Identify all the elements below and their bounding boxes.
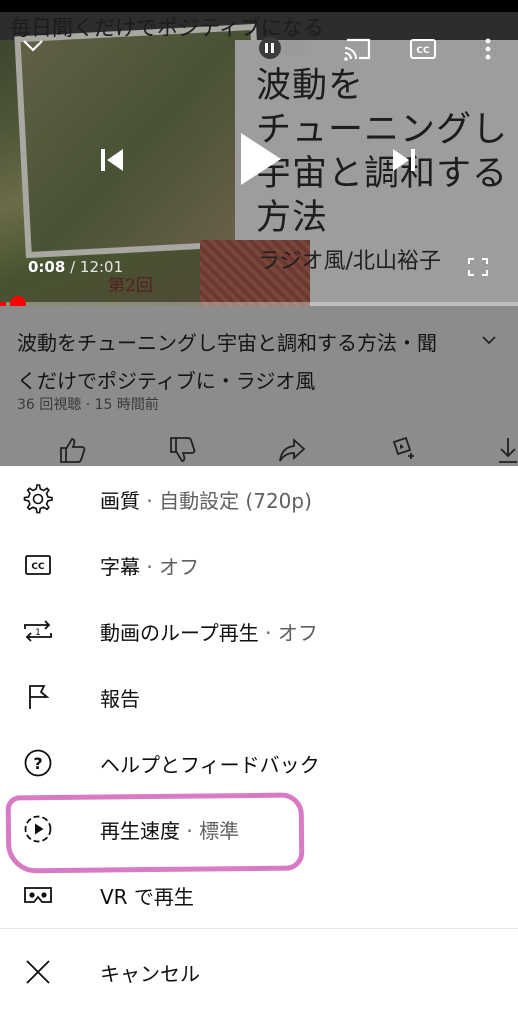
menu-label-help: ヘルプとフィードバック [100,753,320,777]
menu-value-loop: · オフ [258,621,318,645]
previous-icon[interactable] [94,142,130,178]
svg-text:CC: CC [416,46,430,56]
menu-label-report: 報告 [100,687,140,711]
current-time: 0:08 [28,258,66,276]
video-info: 波動をチューニングし宇宙と調和する方法・聞くだけでポジティブに・ラジオ風 36 … [0,306,518,466]
download-icon[interactable] [498,436,518,468]
vr-headset-icon [22,879,54,911]
svg-text:1: 1 [35,628,41,638]
menu-item-help[interactable]: ? ヘルプとフィードバック [0,730,518,796]
time-readout: 0:08 / 12:01 [28,258,123,276]
video-meta: 36 回視聴 · 15 時間前 [17,397,159,413]
gear-icon [22,483,54,515]
close-icon [22,956,54,988]
pause-toggle-icon[interactable] [256,36,308,60]
like-icon[interactable] [58,436,86,468]
svg-text:CC: CC [31,562,45,572]
scrubber-handle[interactable] [9,296,26,306]
more-options-sheet: 画質 · 自動設定 (720p) CC 字幕 · オフ 1 動画のループ再生 ·… [0,466,518,1024]
remix-icon[interactable] [388,436,416,468]
help-icon: ? [22,747,54,779]
menu-value-captions: · オフ [140,555,200,579]
more-vert-icon[interactable] [478,36,498,62]
fullscreen-icon[interactable] [466,256,490,278]
menu-label-captions: 字幕 [100,555,140,579]
video-title[interactable]: 波動をチューニングし宇宙と調和する方法・聞くだけでポジティブに・ラジオ風 [17,324,437,400]
dislike-icon[interactable] [168,436,196,468]
captions-icon: CC [22,549,54,581]
menu-item-captions[interactable]: CC 字幕 · オフ [0,532,518,598]
time-separator: / [65,258,80,276]
expand-description-icon[interactable] [478,332,500,348]
svg-text:?: ? [33,754,42,773]
captions-icon[interactable]: CC [408,36,438,62]
menu-item-report[interactable]: 報告 [0,664,518,730]
play-icon[interactable] [230,128,288,190]
menu-item-loop[interactable]: 1 動画のループ再生 · オフ [0,598,518,664]
menu-label-quality: 画質 [100,489,140,513]
highlight-annotation [5,792,305,874]
cast-icon[interactable] [342,35,374,63]
duration: 12:01 [79,258,124,276]
next-icon[interactable] [386,142,422,178]
menu-item-cancel[interactable]: キャンセル [0,939,518,1005]
menu-value-quality: · 自動設定 (720p) [140,489,312,513]
action-bar [0,434,518,466]
loop-icon: 1 [22,615,54,647]
menu-label-vr: VR で再生 [100,885,194,909]
flag-icon [22,681,54,713]
status-bar [0,0,518,12]
menu-label-cancel: キャンセル [100,962,200,986]
chevron-down-icon[interactable] [20,34,46,58]
menu-divider [0,928,518,929]
video-player[interactable]: 波動を チューニングし 宇宙と調和する 方法 ラジオ風/北山裕子 第2回 毎日聞… [0,0,518,306]
menu-item-quality[interactable]: 画質 · 自動設定 (720p) [0,466,518,532]
menu-label-loop: 動画のループ再生 [100,621,259,645]
share-icon[interactable] [278,436,306,468]
